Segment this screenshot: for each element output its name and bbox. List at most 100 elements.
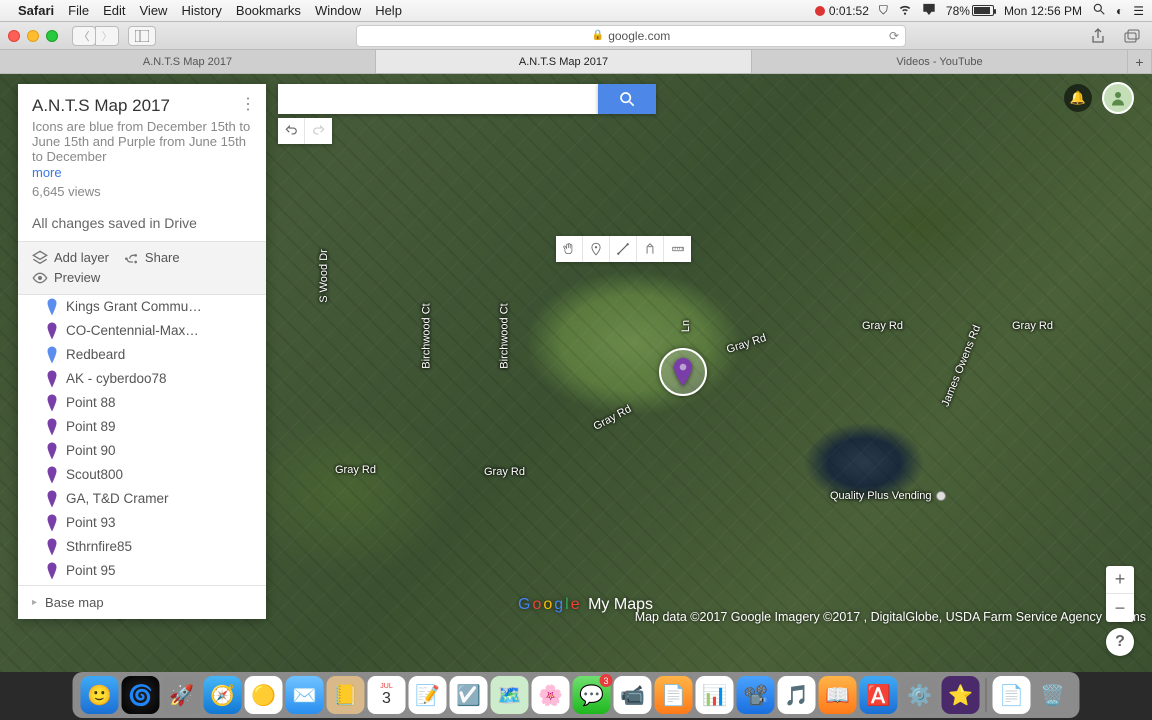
feature-item[interactable]: Sthrnfire85	[18, 535, 266, 559]
preview-button[interactable]: Preview	[32, 270, 252, 286]
dock-reminders[interactable]: ☑️	[450, 676, 488, 714]
dock-calendar[interactable]: JUL3	[368, 676, 406, 714]
spotlight-icon[interactable]	[1092, 2, 1106, 19]
dock-notes[interactable]: 📝	[409, 676, 447, 714]
measure-tool[interactable]	[664, 236, 691, 262]
menu-window[interactable]: Window	[315, 3, 361, 18]
base-map-section[interactable]: ▸ Base map	[18, 585, 266, 619]
poi-quality-plus-vending[interactable]: Quality Plus Vending	[830, 490, 946, 502]
mac-dock: 🙂🌀🚀🧭🟡✉️📒JUL3📝☑️🗺️🌸💬3📹📄📊📽️🎵📖🅰️⚙️⭐📄🗑️	[73, 672, 1080, 718]
selected-marker[interactable]	[659, 348, 707, 396]
road-label: Ln	[680, 320, 692, 332]
dock-imovie[interactable]: ⭐	[942, 676, 980, 714]
road-label: Gray Rd	[862, 320, 903, 332]
dock-trash[interactable]: 🗑️	[1034, 676, 1072, 714]
map-description: Icons are blue from December 15th to Jun…	[32, 120, 252, 165]
feature-item[interactable]: CO-Centennial-Max…	[18, 319, 266, 343]
undo-button[interactable]	[278, 118, 305, 144]
status-item-icon[interactable]: ◐	[1116, 4, 1123, 18]
feature-label: Kings Grant Commu…	[66, 299, 202, 314]
window-traffic-lights[interactable]	[8, 30, 58, 42]
dock-appstore[interactable]: 🅰️	[860, 676, 898, 714]
app-name[interactable]: Safari	[18, 3, 54, 18]
zoom-in-button[interactable]: +	[1106, 566, 1134, 594]
feature-item[interactable]: Point 93	[18, 511, 266, 535]
dock-messages[interactable]: 💬3	[573, 676, 611, 714]
dock-textedit[interactable]: 📄	[993, 676, 1031, 714]
forward-button[interactable]: 〉	[95, 26, 119, 46]
draw-line-tool[interactable]	[610, 236, 637, 262]
add-layer-button[interactable]: Add layer	[32, 250, 109, 266]
minimize-window-button[interactable]	[27, 30, 39, 42]
menubar-clock[interactable]: Mon 12:56 PM	[1004, 4, 1082, 18]
panel-menu-icon[interactable]: ⋮	[240, 94, 256, 114]
menu-bookmarks[interactable]: Bookmarks	[236, 3, 301, 18]
address-bar[interactable]: 🔒 google.com ⟳	[356, 25, 906, 47]
close-window-button[interactable]	[8, 30, 20, 42]
tab-1[interactable]: A.N.T.S Map 2017	[376, 50, 752, 73]
pan-tool[interactable]	[556, 236, 583, 262]
dock-mail[interactable]: ✉️	[286, 676, 324, 714]
show-tabs-button[interactable]	[1120, 26, 1144, 46]
menu-history[interactable]: History	[181, 3, 221, 18]
dock-itunes[interactable]: 🎵	[778, 676, 816, 714]
battery-indicator[interactable]: 78%	[946, 4, 994, 18]
redo-button[interactable]	[305, 118, 332, 144]
zoom-out-button[interactable]: −	[1106, 594, 1134, 622]
screen-record-indicator[interactable]: 0:01:52	[815, 4, 869, 18]
feature-item[interactable]: Point 89	[18, 415, 266, 439]
wifi-icon[interactable]	[898, 2, 912, 19]
add-marker-tool[interactable]	[583, 236, 610, 262]
dock-contacts[interactable]: 📒	[327, 676, 365, 714]
dock-finder[interactable]: 🙂	[81, 676, 119, 714]
dock-ibooks[interactable]: 📖	[819, 676, 857, 714]
search-button[interactable]	[598, 84, 656, 114]
menu-file[interactable]: File	[68, 3, 89, 18]
poi-dot-icon	[936, 491, 946, 501]
back-button[interactable]: 〈	[72, 26, 96, 46]
feature-item[interactable]: Kings Grant Commu…	[18, 295, 266, 319]
notifications-button[interactable]: 🔔	[1064, 84, 1092, 112]
tab-0[interactable]: A.N.T.S Map 2017	[0, 50, 376, 73]
fullscreen-window-button[interactable]	[46, 30, 58, 42]
share-button[interactable]	[1086, 26, 1110, 46]
dock-pages[interactable]: 📄	[655, 676, 693, 714]
share-button[interactable]: Share	[123, 250, 180, 266]
feature-item[interactable]: Point 90	[18, 439, 266, 463]
feature-item[interactable]: Point 95	[18, 559, 266, 583]
new-tab-button[interactable]: +	[1128, 50, 1152, 73]
safari-sidebar-button[interactable]	[128, 26, 156, 46]
dock-preferences[interactable]: ⚙️	[901, 676, 939, 714]
eye-icon	[32, 270, 48, 286]
feature-item[interactable]: Scout800	[18, 463, 266, 487]
feature-item[interactable]: Point 88	[18, 391, 266, 415]
notification-center-icon[interactable]: ☰	[1133, 4, 1144, 18]
dock-launchpad[interactable]: 🚀	[163, 676, 201, 714]
menu-edit[interactable]: Edit	[103, 3, 125, 18]
dock-safari[interactable]: 🧭	[204, 676, 242, 714]
person-icon	[1109, 89, 1127, 107]
dock-chrome[interactable]: 🟡	[245, 676, 283, 714]
menu-view[interactable]: View	[140, 3, 168, 18]
tab-2[interactable]: Videos - YouTube	[752, 50, 1128, 73]
shield-icon[interactable]: ⛉	[879, 3, 888, 18]
help-button[interactable]: ?	[1106, 628, 1134, 656]
map-title[interactable]: A.N.T.S Map 2017	[32, 96, 252, 116]
dock-maps[interactable]: 🗺️	[491, 676, 529, 714]
reload-icon[interactable]: ⟳	[889, 29, 899, 43]
account-avatar[interactable]	[1102, 82, 1134, 114]
menu-help[interactable]: Help	[375, 3, 402, 18]
dock-keynote[interactable]: 📽️	[737, 676, 775, 714]
feature-item[interactable]: AK - cyberdoo78	[18, 367, 266, 391]
feature-item[interactable]: Redbeard	[18, 343, 266, 367]
dock-facetime[interactable]: 📹	[614, 676, 652, 714]
dock-siri[interactable]: 🌀	[122, 676, 160, 714]
feature-item[interactable]: GA, T&D Cramer	[18, 487, 266, 511]
search-input[interactable]	[278, 84, 598, 114]
directions-tool[interactable]	[637, 236, 664, 262]
dock-photos[interactable]: 🌸	[532, 676, 570, 714]
dock-numbers[interactable]: 📊	[696, 676, 734, 714]
airplay-icon[interactable]	[922, 2, 936, 19]
chevron-right-icon: ▸	[32, 597, 37, 608]
description-more-link[interactable]: more	[32, 165, 252, 180]
